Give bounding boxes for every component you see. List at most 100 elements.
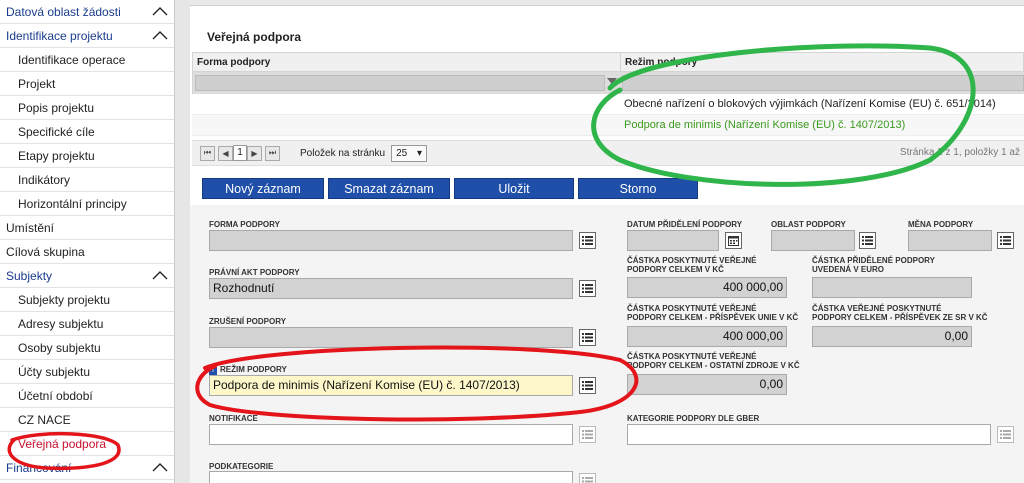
main-content: Veřejná podpora Forma podpory Režim podp…	[190, 0, 1024, 483]
sidebar-item[interactable]: Horizontální principy	[0, 192, 174, 216]
oblast-field[interactable]	[771, 230, 855, 251]
list-picker-icon[interactable]	[579, 377, 596, 394]
sidebar-item-label: Horizontální principy	[18, 196, 127, 211]
list-picker-icon[interactable]	[579, 473, 596, 483]
sidebar-item-label: Identifikace projektu	[6, 28, 113, 43]
filter-input-forma[interactable]	[195, 75, 605, 91]
list-picker-icon[interactable]	[579, 280, 596, 297]
castka-sr-label: Částka veřejné poskytnuté podpory celkem …	[812, 304, 988, 322]
pravni-akt-field[interactable]: Rozhodnutí	[209, 278, 573, 299]
cell-rezim: Obecné nařízení o blokových výjimkách (N…	[624, 98, 996, 110]
sidebar-item-label: Indikátory	[18, 172, 71, 187]
castka-sr-field[interactable]: 0,00	[812, 326, 972, 347]
zruseni-field[interactable]	[209, 327, 573, 348]
sidebar-item[interactable]: Veřejná podpora	[0, 432, 174, 456]
per-page-select[interactable]: 25 ▾	[391, 144, 428, 162]
first-page-button[interactable]: ⏮	[200, 145, 215, 161]
sidebar-item[interactable]: Subjekty projektu	[0, 288, 174, 312]
delete-record-button[interactable]: Smazat záznam	[328, 178, 450, 199]
page-title: Veřejná podpora	[207, 30, 302, 44]
chevron-up-icon[interactable]	[152, 461, 168, 475]
list-picker-icon[interactable]	[859, 232, 876, 249]
per-page-value: 25	[396, 147, 408, 159]
sidebar-item[interactable]: Popis projektu	[0, 96, 174, 120]
zruseni-label: Zrušení podpory	[209, 317, 287, 326]
sidebar-item[interactable]: Identifikace operace	[0, 48, 174, 72]
filter-row	[192, 72, 1024, 94]
gber-label: Kategorie podpory dle GBER	[627, 414, 760, 423]
sidebar-item[interactable]: Financování	[0, 456, 174, 480]
column-header-rezim[interactable]: Režim podpory	[621, 53, 697, 71]
sidebar-item-label: Umístění	[6, 220, 55, 235]
pager-info: Stránka 1 z 1, položky 1 až	[899, 147, 1020, 158]
next-page-button[interactable]: ▶	[247, 145, 262, 161]
sidebar-splitter[interactable]	[175, 0, 190, 483]
save-button[interactable]: Uložit	[454, 178, 574, 199]
castka-euro-label: Částka přidělené podpory uvedená v euro	[812, 256, 935, 274]
sidebar-item[interactable]: Umístění	[0, 216, 174, 240]
page-number-input[interactable]: 1	[233, 145, 247, 161]
list-picker-icon[interactable]	[579, 426, 596, 443]
filter-input-rezim[interactable]	[622, 75, 1024, 91]
sidebar-item-label: Identifikace operace	[18, 52, 126, 67]
forma-podpory-field[interactable]	[209, 230, 573, 251]
datum-label: Datum přidělení podpory	[627, 220, 743, 229]
last-page-button[interactable]: ⏭	[265, 145, 280, 161]
sidebar-item[interactable]: Etapy projektu	[0, 144, 174, 168]
sidebar-item-label: Etapy projektu	[18, 148, 95, 163]
new-record-button[interactable]: Nový záznam	[202, 178, 324, 199]
gber-field[interactable]	[627, 424, 991, 445]
chevron-up-icon[interactable]	[152, 269, 168, 283]
sidebar-item-label: Účetní období	[18, 388, 93, 403]
top-toolbar	[190, 0, 1024, 6]
sidebar-item[interactable]: Indikátory	[0, 168, 174, 192]
pager: ⏮ ◀ 1 ▶ ⏭ Položek na stránku 25 ▾ Stránk…	[192, 140, 1024, 166]
table-row-selected[interactable]: Podpora de minimis (Nařízení Komise (EU)…	[192, 115, 1024, 136]
chevron-up-icon[interactable]	[152, 29, 168, 43]
list-picker-icon[interactable]	[579, 329, 596, 346]
filter-icon[interactable]	[605, 75, 621, 91]
chevron-up-icon[interactable]	[152, 5, 168, 19]
table-row[interactable]: Obecné nařízení o blokových výjimkách (N…	[192, 94, 1024, 115]
sidebar-item[interactable]: Datová oblast žádosti	[0, 0, 174, 24]
sidebar-item[interactable]: Identifikace projektu	[0, 24, 174, 48]
per-page-label: Položek na stránku	[300, 147, 386, 159]
oblast-label: Oblast podpory	[771, 220, 846, 229]
sidebar-item[interactable]: Adresy subjektu	[0, 312, 174, 336]
datum-field[interactable]	[627, 230, 719, 251]
pravni-akt-label: Právní akt podpory	[209, 268, 300, 277]
list-picker-icon[interactable]	[579, 232, 596, 249]
castka-ostatni-field[interactable]: 0,00	[627, 374, 787, 395]
podkategorie-field[interactable]	[209, 471, 573, 483]
sidebar-item[interactable]: Osoby subjektu	[0, 336, 174, 360]
sidebar-item-label: Financování	[6, 460, 72, 475]
sidebar-item[interactable]: Specifické cíle	[0, 120, 174, 144]
sidebar-item-label: Adresy subjektu	[18, 316, 104, 331]
rezim-field[interactable]: Podpora de minimis (Nařízení Komise (EU)…	[209, 375, 573, 396]
prev-page-button[interactable]: ◀	[218, 145, 233, 161]
mena-field[interactable]	[908, 230, 992, 251]
notifikace-label: Notifikace	[209, 414, 258, 423]
sidebar-item[interactable]: Účty subjektu	[0, 360, 174, 384]
sidebar-item-label: Subjekty projektu	[18, 292, 111, 307]
sidebar-item[interactable]: Projekt	[0, 72, 174, 96]
grid-header: Forma podpory Režim podpory	[192, 52, 1024, 72]
sidebar: Datová oblast žádosti Identifikace projek…	[0, 0, 175, 483]
cancel-button[interactable]: Storno	[578, 178, 698, 199]
sidebar-item-label: Popis projektu	[18, 100, 95, 115]
castka-euro-field[interactable]	[812, 277, 972, 298]
detail-form: Forma podpory Právní akt podpory Rozhodn…	[190, 205, 1024, 483]
sidebar-item-label: Veřejná podpora	[18, 436, 107, 451]
sidebar-item[interactable]: Cílová skupina	[0, 240, 174, 264]
sidebar-item[interactable]: Účetní období	[0, 384, 174, 408]
castka-unie-field[interactable]: 400 000,00	[627, 326, 787, 347]
column-header-forma[interactable]: Forma podpory	[193, 53, 621, 71]
sidebar-item[interactable]: CZ NACE	[0, 408, 174, 432]
list-picker-icon[interactable]	[997, 232, 1014, 249]
sidebar-item[interactable]: Subjekty	[0, 264, 174, 288]
castka-celkem-field[interactable]: 400 000,00	[627, 277, 787, 298]
notifikace-field[interactable]	[209, 424, 573, 445]
calendar-icon[interactable]	[725, 232, 742, 249]
cell-rezim: Podpora de minimis (Nařízení Komise (EU)…	[624, 119, 906, 131]
list-picker-icon[interactable]	[997, 426, 1014, 443]
